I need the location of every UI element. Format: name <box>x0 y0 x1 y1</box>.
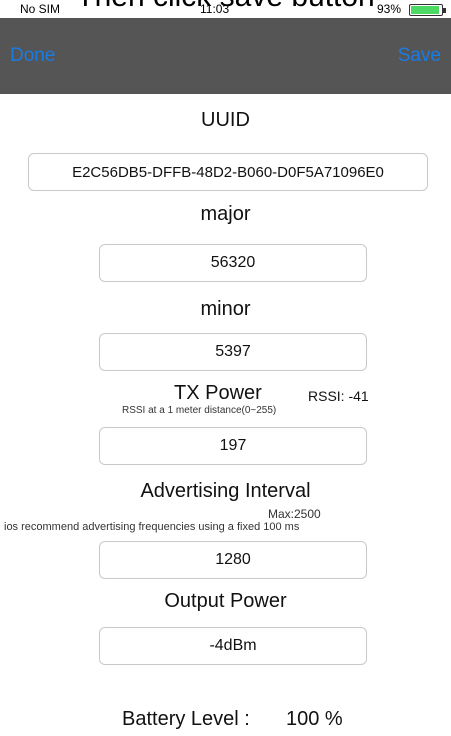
minor-label: minor <box>200 298 251 320</box>
minor-field[interactable]: 5397 <box>99 333 367 371</box>
battery-level-label: Battery Level : <box>122 708 250 730</box>
output-power-label: Output Power <box>164 590 287 612</box>
done-button[interactable]: Done <box>10 45 55 67</box>
tx-power-hint: RSSI at a 1 meter distance(0~255) <box>122 405 277 416</box>
rssi-label: RSSI: -41 <box>308 388 369 404</box>
major-field[interactable]: 56320 <box>99 244 367 282</box>
advertising-max-label: Max:2500 <box>268 507 321 521</box>
advertising-interval-label: Advertising Interval <box>140 480 311 502</box>
caption-text: Then click save button <box>0 0 451 12</box>
advertising-hint: ios recommend advertising frequencies us… <box>4 521 300 533</box>
battery-level-value: 100 % <box>286 708 343 730</box>
advertising-interval-field[interactable]: 1280 <box>99 541 367 579</box>
save-button[interactable]: Save <box>398 45 441 67</box>
tx-power-field[interactable]: 197 <box>99 427 367 465</box>
tx-power-label: TX Power <box>174 382 262 404</box>
major-label: major <box>200 203 251 225</box>
navigation-bar: Done Save <box>0 18 451 94</box>
uuid-field[interactable]: E2C56DB5-DFFB-48D2-B060-D0F5A71096E0 <box>28 153 428 191</box>
uuid-label: UUID <box>201 109 250 131</box>
output-power-field[interactable]: -4dBm <box>99 627 367 665</box>
